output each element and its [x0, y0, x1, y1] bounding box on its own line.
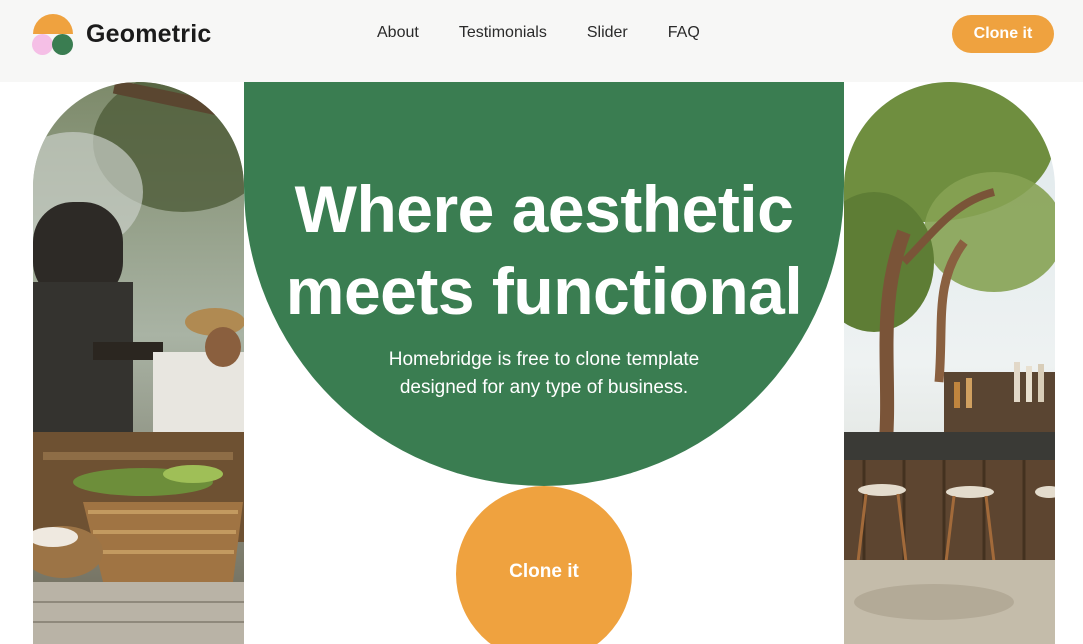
hero-subtitle: Homebridge is free to clone template des…: [244, 346, 844, 402]
nav-testimonials[interactable]: Testimonials: [459, 24, 547, 42]
hero-title-line-2: meets functional: [285, 254, 803, 328]
geometric-logo-icon[interactable]: [32, 14, 74, 56]
main-nav: About Testimonials Slider FAQ: [377, 24, 700, 42]
right-photo-arch: [844, 82, 1055, 644]
hero-subtitle-line-2: designed for any type of business.: [399, 377, 689, 398]
logo-pink-dot: [32, 34, 53, 55]
hero-title: Where aesthetic meets functional: [244, 168, 844, 332]
left-photo-arch: [33, 82, 244, 644]
nav-faq[interactable]: FAQ: [668, 24, 700, 42]
logo-green-dot: [52, 34, 73, 55]
brand-name[interactable]: Geometric: [86, 20, 211, 49]
outdoor-kitchen-photo: [33, 82, 244, 644]
header-clone-button[interactable]: Clone it: [952, 15, 1054, 53]
site-header: Geometric About Testimonials Slider FAQ …: [0, 0, 1083, 82]
nav-slider[interactable]: Slider: [587, 24, 628, 42]
hero-clone-button[interactable]: Clone it: [456, 486, 632, 644]
garden-bar-photo: [844, 82, 1055, 644]
logo-half-circle: [33, 14, 73, 34]
hero-title-line-1: Where aesthetic: [294, 172, 794, 246]
hero-subtitle-line-1: Homebridge is free to clone template: [388, 349, 700, 370]
nav-about[interactable]: About: [377, 24, 419, 42]
